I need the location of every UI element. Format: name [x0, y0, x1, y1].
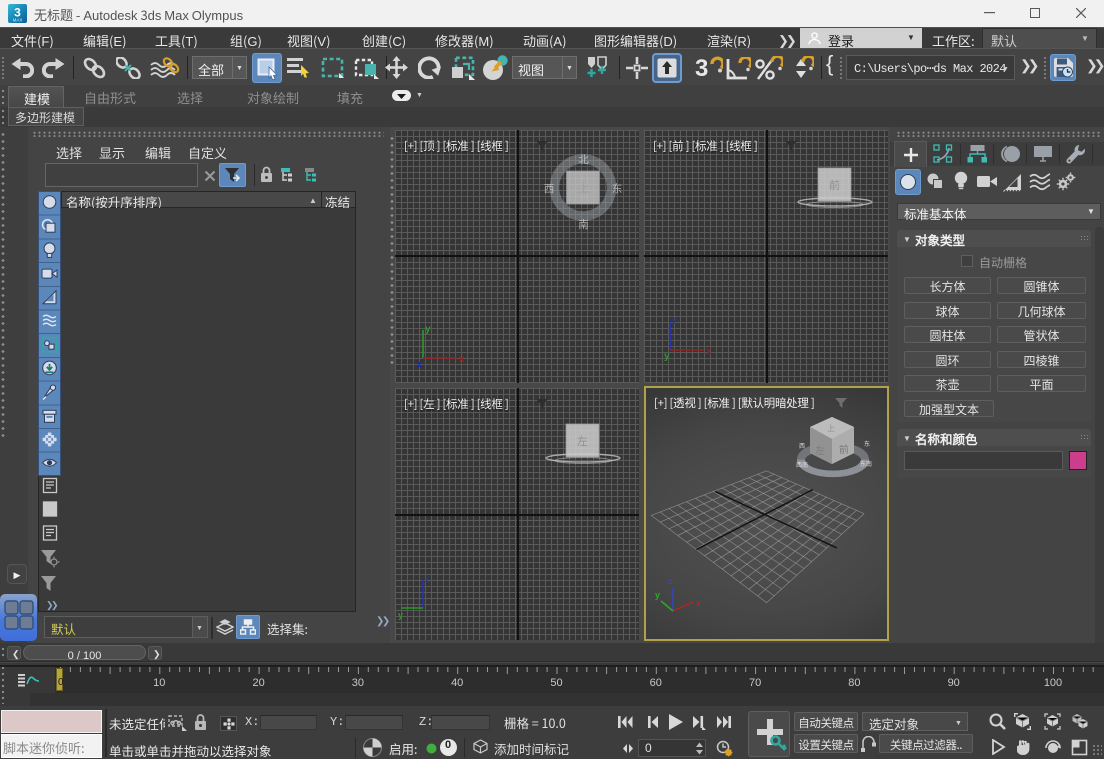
- svg-text:东南: 东南: [860, 459, 872, 468]
- svg-text:西南: 西南: [796, 460, 808, 469]
- svg-text:3: 3: [695, 55, 708, 81]
- svg-text:x: x: [706, 342, 712, 357]
- svg-text:上: 上: [827, 423, 835, 434]
- svg-text:10: 10: [153, 677, 165, 689]
- svg-text:MAX: MAX: [13, 18, 23, 23]
- svg-text:100: 100: [1044, 677, 1062, 689]
- svg-text:y: y: [398, 608, 403, 620]
- svg-text:南: 南: [578, 217, 589, 232]
- svg-text:60: 60: [650, 677, 662, 689]
- svg-text:左: 左: [577, 433, 588, 449]
- svg-text:40: 40: [451, 677, 463, 689]
- svg-text:50: 50: [550, 677, 562, 689]
- svg-text:东: 东: [612, 181, 623, 196]
- svg-text:上: 上: [577, 179, 589, 196]
- svg-text:前: 前: [829, 177, 840, 193]
- svg-text:z: z: [672, 312, 677, 327]
- svg-text:y: y: [664, 347, 670, 362]
- svg-text:z: z: [425, 572, 430, 585]
- svg-text:前: 前: [838, 441, 849, 457]
- svg-text:北: 北: [578, 152, 589, 167]
- svg-text:20: 20: [252, 677, 264, 689]
- svg-text:左: 左: [815, 442, 826, 458]
- svg-text:70: 70: [749, 677, 761, 689]
- svg-text:西: 西: [544, 181, 555, 196]
- svg-text:z: z: [417, 355, 422, 370]
- svg-text:x: x: [696, 596, 701, 609]
- svg-text:y: y: [425, 320, 431, 335]
- svg-text:y: y: [655, 588, 660, 601]
- svg-text:西: 西: [799, 441, 805, 450]
- svg-text:z: z: [668, 574, 673, 587]
- svg-text:30: 30: [352, 677, 364, 689]
- svg-text:x: x: [459, 350, 465, 365]
- svg-text:东: 东: [864, 439, 870, 448]
- svg-text:90: 90: [948, 677, 960, 689]
- svg-text:80: 80: [848, 677, 860, 689]
